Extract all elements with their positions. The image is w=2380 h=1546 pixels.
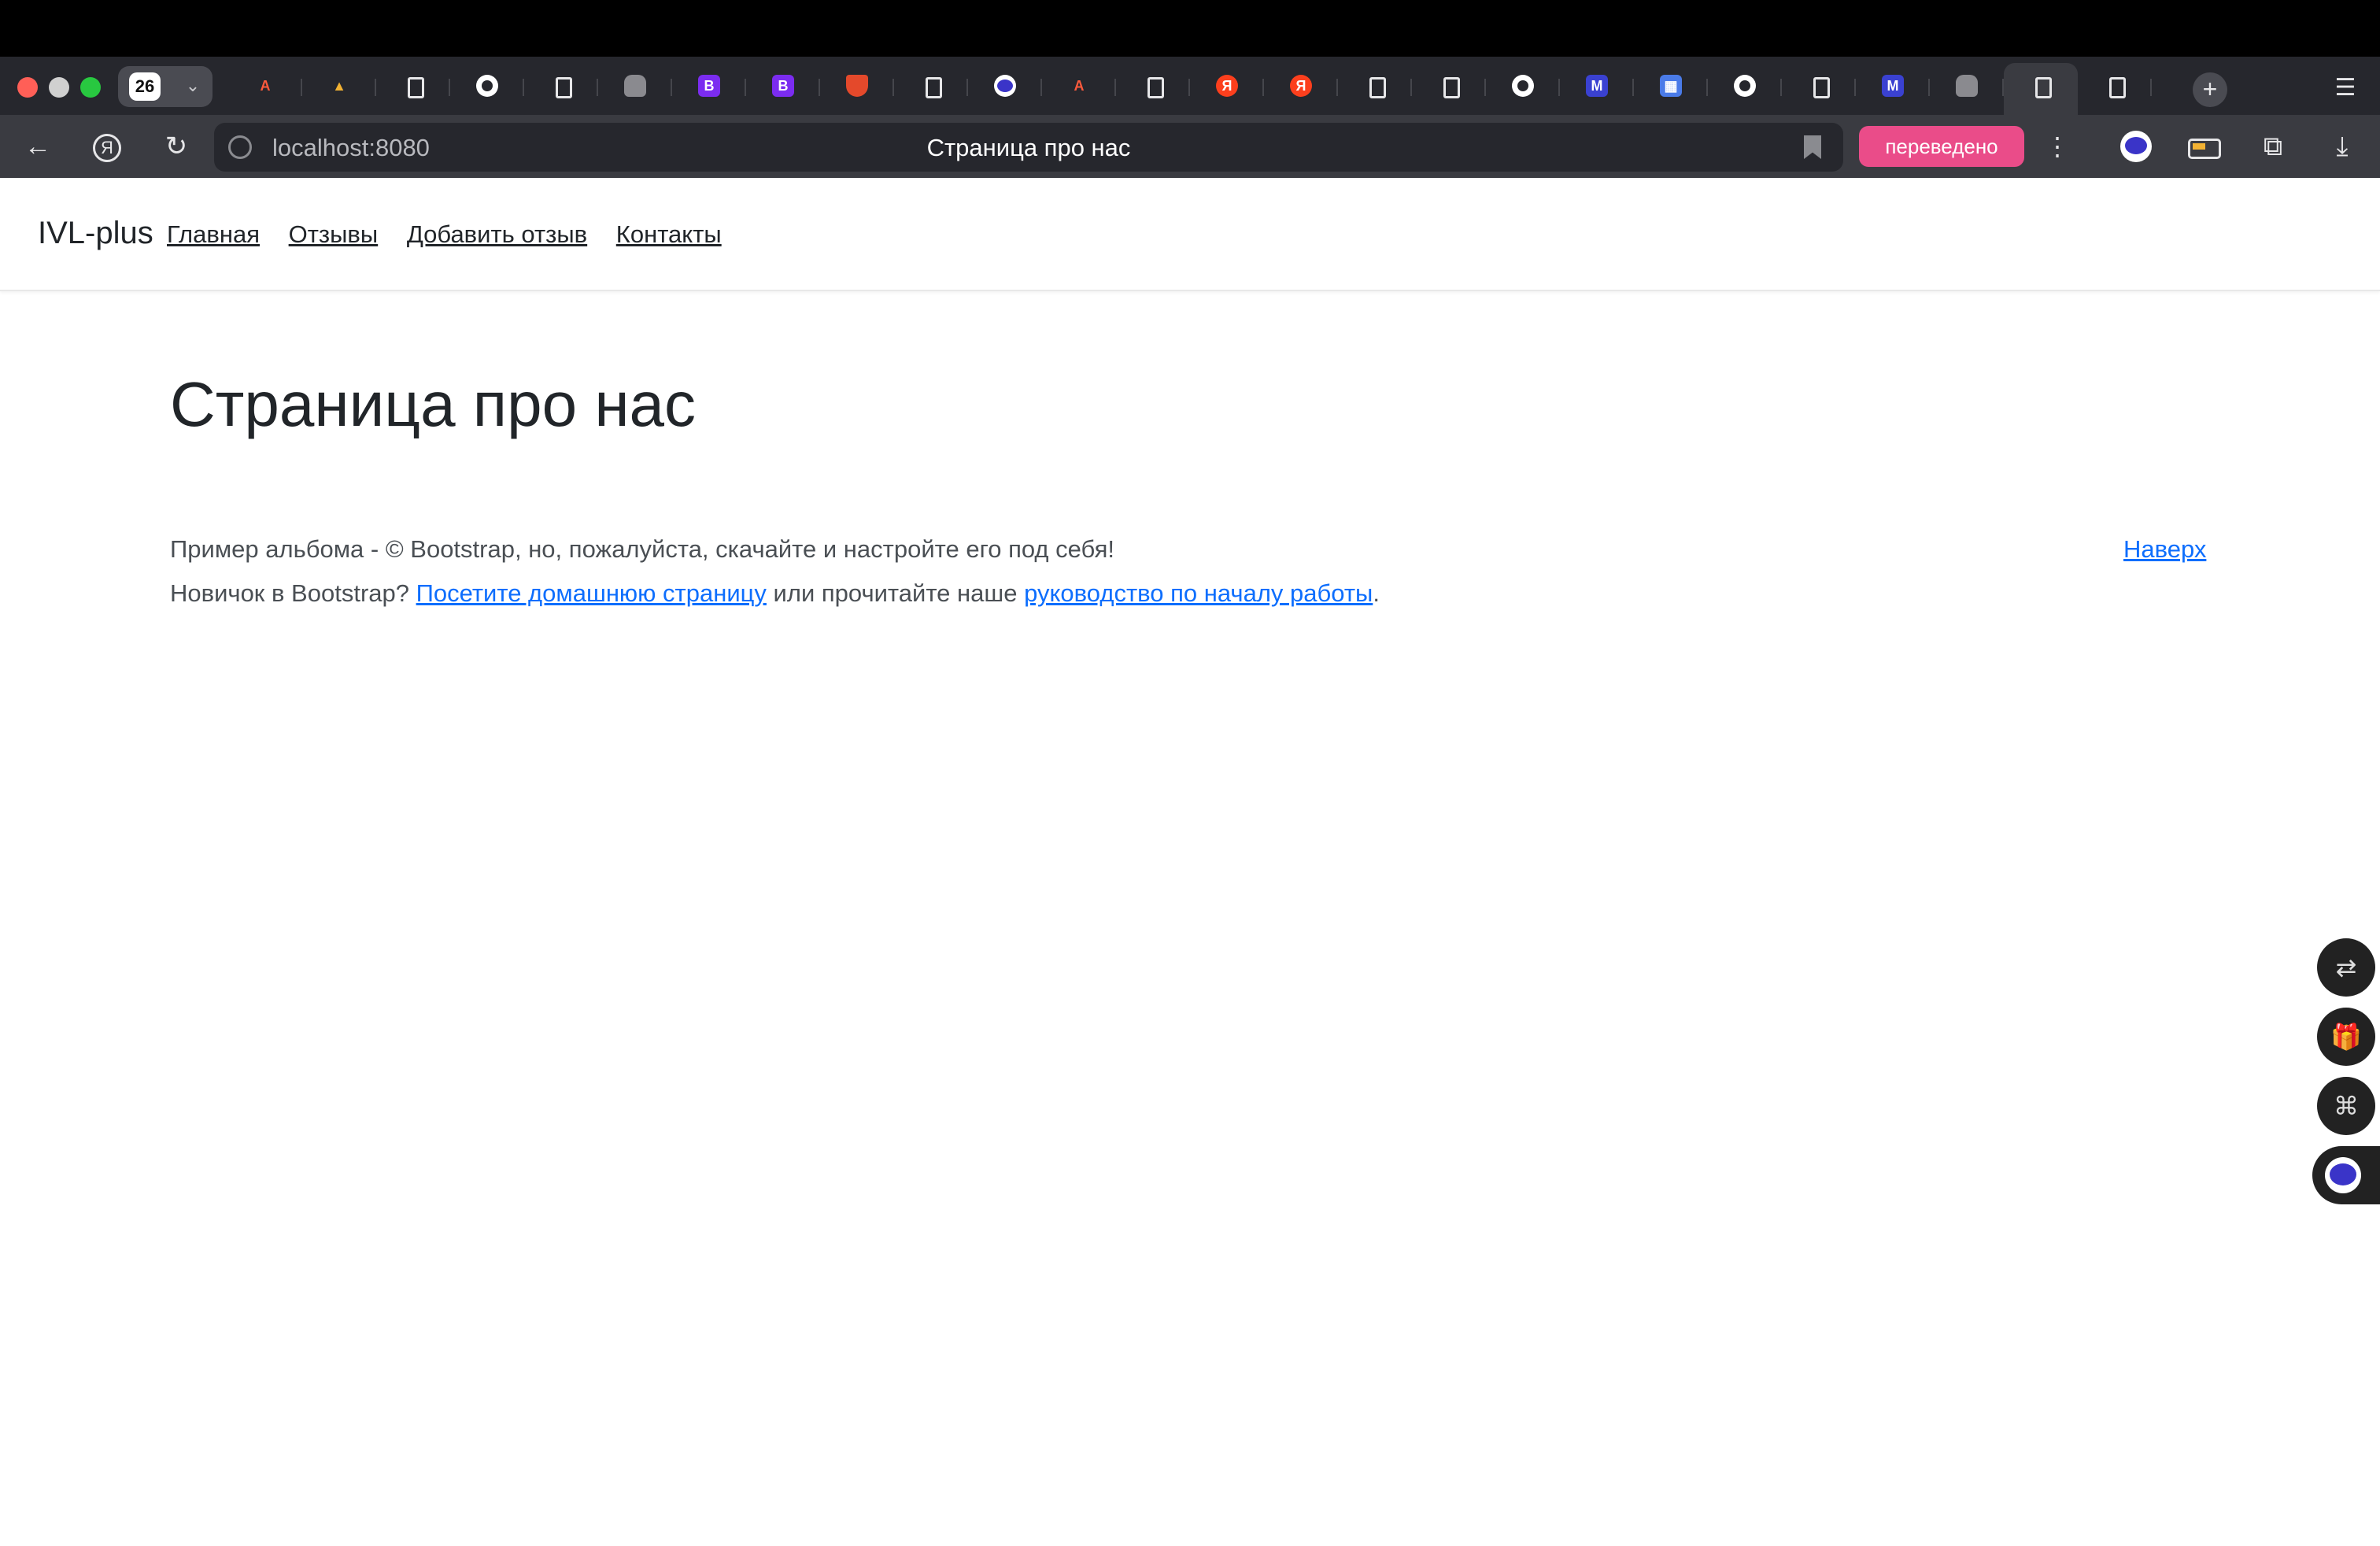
footer-help: Новичок в Bootstrap? Посетите домашнюю с… (170, 579, 1380, 608)
alice-icon (994, 75, 1016, 97)
alice-float-icon[interactable] (2312, 1146, 2380, 1204)
browser-tab[interactable] (1116, 63, 1190, 109)
browser-tab[interactable] (1708, 63, 1782, 109)
footer-help-prefix: Новичок в Bootstrap? (170, 579, 416, 607)
elephant-icon (624, 75, 646, 97)
site-navbar: IVL-plus Главная Отзывы Добавить отзыв К… (0, 178, 2380, 291)
address-bar[interactable]: localhost:8080 Страница про нас (214, 123, 1843, 172)
yandex-icon: Я (1290, 75, 1312, 97)
browser-tab[interactable] (1412, 63, 1486, 109)
browser-tab[interactable]: A (228, 63, 302, 109)
chevron-down-icon: ⌄ (185, 76, 201, 95)
page-icon (402, 75, 424, 98)
homepage-link[interactable]: Посетите домашнюю страницу (416, 579, 767, 607)
close-window-button[interactable] (17, 77, 38, 98)
browser-tab[interactable] (1930, 63, 2004, 109)
browser-tab[interactable] (598, 63, 672, 109)
bootstrap-icon: B (698, 75, 720, 97)
browser-tab[interactable] (1486, 63, 1560, 109)
browser-tab[interactable]: A (1042, 63, 1116, 109)
tab-separator (2150, 79, 2152, 96)
bootstrap-icon: B (772, 75, 794, 97)
browser-tab[interactable] (1782, 63, 1856, 109)
translate-icon: A (1074, 78, 1085, 94)
browser-tab[interactable]: Я (1190, 63, 1264, 109)
omnibox-page-title: Страница про нас (926, 134, 1131, 161)
browser-tab[interactable] (1338, 63, 1412, 109)
elephant-icon (1956, 75, 1978, 97)
github-icon (1512, 75, 1534, 97)
new-tab-button[interactable]: + (2193, 72, 2227, 107)
page-icon (550, 75, 572, 98)
nav-link-add-review[interactable]: Добавить отзыв (407, 220, 587, 248)
browser-tab[interactable] (450, 63, 524, 109)
browser-tab[interactable]: M (1560, 63, 1634, 109)
github-icon (476, 75, 498, 97)
maximize-window-button[interactable] (80, 77, 101, 98)
tab-count: 26 (129, 72, 161, 101)
chat-icon[interactable]: ⧉ (2254, 129, 2292, 164)
tab-counter-button[interactable]: 26 ⌄ (118, 66, 213, 107)
browser-tab[interactable]: Я (1264, 63, 1338, 109)
browser-tab[interactable] (2004, 63, 2078, 115)
menu-icon[interactable]: ☰ (2330, 72, 2361, 104)
browser-tab[interactable] (524, 63, 598, 109)
battery-saver-icon[interactable] (2186, 129, 2224, 164)
page-icon (1364, 75, 1386, 98)
translate-icon: A (260, 78, 271, 94)
back-arrow-icon[interactable]: ← (19, 129, 57, 164)
browser-tab[interactable]: ▦ (1634, 63, 1708, 109)
gift-icon[interactable]: 🎁 (2317, 1008, 2375, 1066)
chart-icon: ▦ (1660, 75, 1682, 97)
nav-link-reviews[interactable]: Отзывы (289, 220, 379, 248)
nav-link-home[interactable]: Главная (167, 220, 260, 248)
m-logo-icon: M (1882, 75, 1904, 97)
page-icon (1438, 75, 1460, 98)
page-icon (2104, 75, 2126, 98)
footer-copyright: Пример альбома - © Bootstrap, но, пожалу… (170, 535, 1114, 563)
browser-tab[interactable] (820, 63, 894, 109)
shield-icon (846, 75, 868, 97)
page-heading: Страница про нас (170, 369, 697, 439)
browser-tab[interactable] (894, 63, 968, 109)
yandex-home-icon[interactable]: Я (88, 129, 126, 164)
browser-tab[interactable] (376, 63, 450, 109)
browser-tab[interactable]: M (1856, 63, 1930, 109)
browser-tab[interactable]: ▲ (302, 63, 376, 109)
github-icon (1734, 75, 1756, 97)
getting-started-link[interactable]: руководство по началу работы (1024, 579, 1373, 607)
download-icon[interactable]: ⤓ (2323, 129, 2361, 164)
page-icon (1808, 75, 1830, 98)
yandex-icon: Я (1216, 75, 1238, 97)
translated-badge[interactable]: переведено (1859, 126, 2024, 167)
site-brand[interactable]: IVL-plus (38, 216, 153, 251)
m-logo-icon: M (1586, 75, 1608, 97)
browser-tab[interactable] (2078, 63, 2152, 109)
more-options-icon[interactable]: ⋮ (2042, 129, 2073, 164)
screen-top-bar (0, 0, 2380, 57)
browser-tab[interactable]: B (746, 63, 820, 109)
alice-assistant-icon[interactable] (2117, 129, 2155, 164)
nav-link-contacts[interactable]: Контакты (616, 220, 722, 248)
page-icon (1142, 75, 1164, 98)
browser-tab[interactable]: B (672, 63, 746, 109)
reload-icon[interactable]: ↻ (157, 129, 195, 164)
page-icon (2030, 75, 2052, 98)
footer-help-suffix: . (1373, 579, 1380, 607)
apps-icon[interactable]: ⌘ (2317, 1077, 2375, 1135)
triangle-logo-icon: ▲ (332, 78, 346, 94)
page-icon (920, 75, 942, 98)
browser-tab[interactable] (968, 63, 1042, 109)
translate-float-icon[interactable]: ⇄ (2317, 938, 2375, 997)
minimize-window-button[interactable] (49, 77, 69, 98)
back-to-top-link[interactable]: Наверх (2123, 535, 2206, 564)
nav-links: Главная Отзывы Добавить отзыв Контакты (167, 220, 744, 249)
footer-help-middle: или прочитайте наше (766, 579, 1025, 607)
